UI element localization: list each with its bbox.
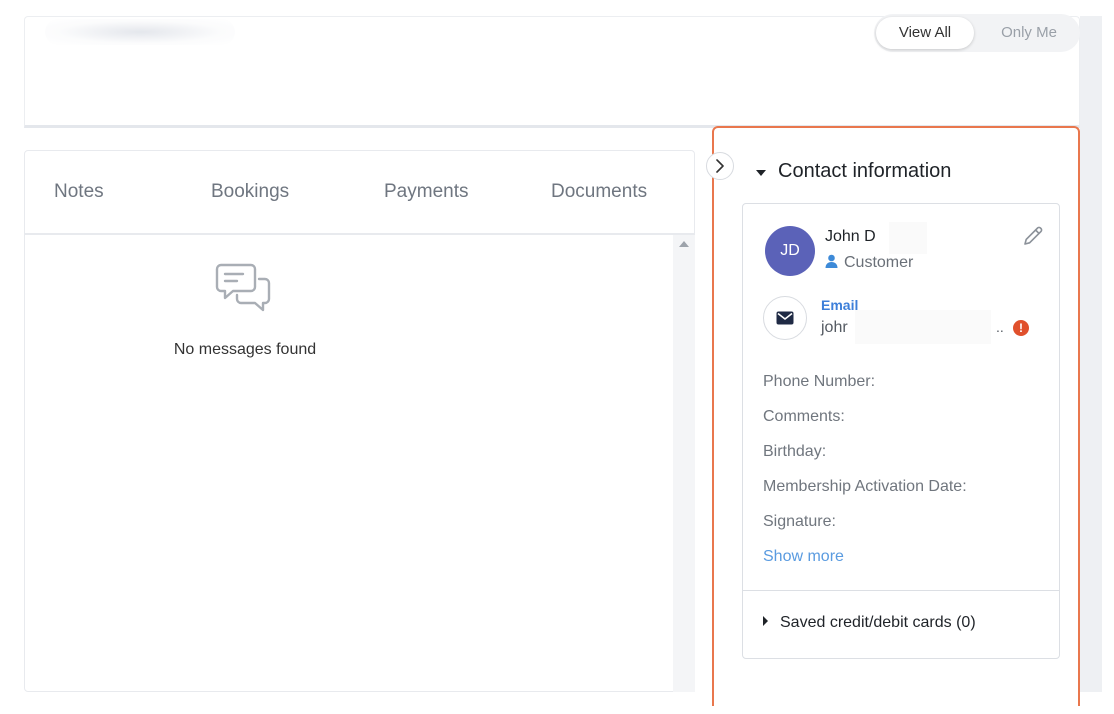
tab-bookings[interactable]: Bookings bbox=[211, 181, 289, 203]
contact-role: Customer bbox=[825, 254, 913, 272]
field-phone: Phone Number: bbox=[763, 373, 876, 390]
email-icon-circle bbox=[763, 296, 807, 340]
email-value: johr bbox=[821, 319, 848, 336]
show-more-link[interactable]: Show more bbox=[763, 548, 844, 566]
avatar: JD bbox=[765, 226, 815, 276]
email-label: Email bbox=[821, 297, 859, 313]
visibility-toggle: View All Only Me bbox=[874, 14, 1080, 52]
divider bbox=[743, 590, 1059, 591]
contact-info-panel: Contact information JD John D Customer E… bbox=[712, 126, 1080, 706]
contact-name: John D bbox=[825, 228, 876, 245]
field-signature: Signature: bbox=[763, 513, 836, 530]
chat-bubbles-icon bbox=[215, 263, 271, 312]
chevron-right-icon bbox=[716, 159, 724, 173]
field-birthday: Birthday: bbox=[763, 443, 827, 460]
tab-notes[interactable]: Notes bbox=[54, 181, 104, 203]
empty-message: No messages found bbox=[173, 341, 317, 358]
view-all-option[interactable]: View All bbox=[876, 17, 974, 49]
empty-state: No messages found bbox=[125, 261, 365, 359]
tab-documents[interactable]: Documents bbox=[551, 181, 647, 203]
blurred-region bbox=[45, 19, 235, 45]
envelope-icon bbox=[776, 311, 794, 325]
activity-panel: Notes Bookings Payments Documents No mes… bbox=[24, 150, 695, 692]
only-me-option[interactable]: Only Me bbox=[982, 17, 1076, 49]
redacted-block bbox=[855, 310, 991, 344]
section-title[interactable]: Contact information bbox=[754, 160, 951, 183]
email-trailing: .. bbox=[996, 319, 1004, 335]
tab-payments[interactable]: Payments bbox=[384, 181, 468, 203]
pencil-icon[interactable] bbox=[1021, 224, 1045, 253]
field-membership-activation: Membership Activation Date: bbox=[763, 478, 967, 495]
saved-cards-toggle[interactable]: Saved credit/debit cards (0) bbox=[763, 614, 976, 632]
saved-cards-label: Saved credit/debit cards (0) bbox=[780, 614, 976, 631]
scrollbar[interactable] bbox=[673, 235, 695, 692]
redacted-block bbox=[889, 222, 927, 254]
scroll-up-arrow-icon[interactable] bbox=[679, 241, 689, 247]
warning-icon[interactable]: ! bbox=[1013, 320, 1029, 336]
field-comments: Comments: bbox=[763, 408, 845, 425]
collapse-panel-button[interactable] bbox=[706, 152, 734, 180]
person-icon bbox=[825, 254, 838, 268]
contact-card: JD John D Customer Email johr .. ! Phone… bbox=[742, 203, 1060, 659]
caret-right-icon bbox=[763, 616, 768, 626]
right-gutter bbox=[1080, 16, 1102, 692]
tab-bar: Notes Bookings Payments Documents bbox=[25, 151, 695, 235]
